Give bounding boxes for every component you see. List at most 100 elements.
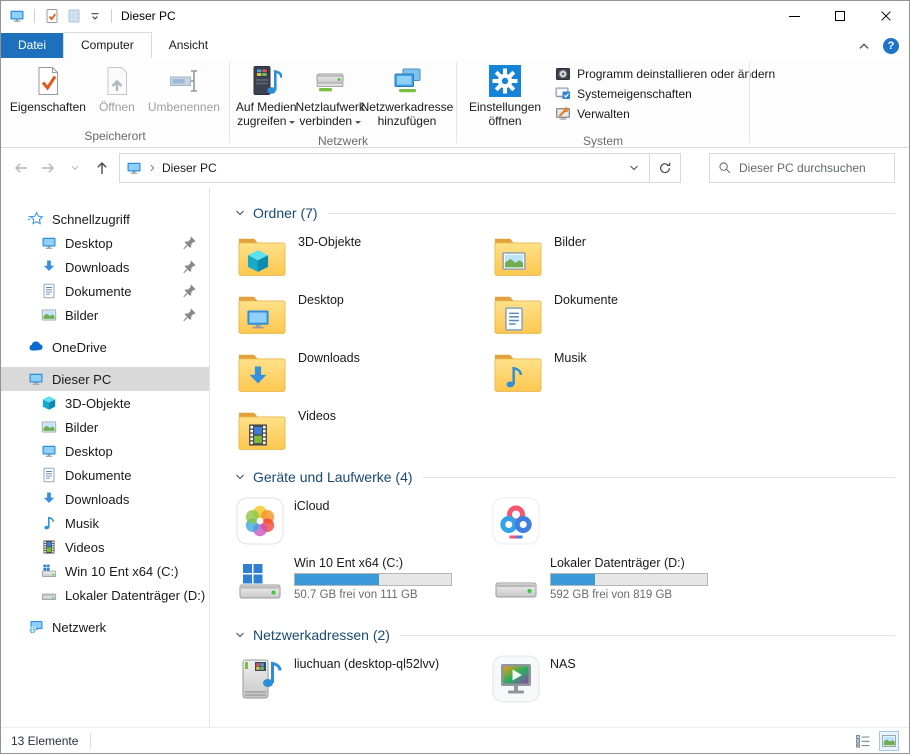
desktop-icon [41,443,57,459]
status-bar: 13 Elemente [1,727,909,753]
network-tile-nas[interactable]: NAS [492,655,748,707]
new-folder-qat-icon[interactable] [66,8,82,24]
recent-locations-button[interactable] [61,154,88,181]
network-icon [28,619,44,635]
folder-tile-3d-objects[interactable]: 3D-Objekte [236,233,492,279]
folder-tile-pictures[interactable]: Bilder [492,233,748,279]
sidebar-item-quick-access[interactable]: Schnellzugriff [1,207,209,231]
up-button[interactable] [88,154,115,181]
properties-qat-icon[interactable] [44,8,60,24]
ribbon-tab-row: Datei Computer Ansicht ? [1,31,909,58]
drive-name: Win 10 Ent x64 (C:) [294,556,404,570]
help-button[interactable]: ? [883,38,899,54]
ribbon-group-system: Einstellungen öffnen Programm deinstalli… [457,58,775,148]
section-header-folders[interactable]: Ordner (7) [234,205,895,221]
large-icons-view-button[interactable] [879,730,899,751]
sidebar-item-music[interactable]: Musik [1,511,209,535]
sidebar-item-desktop[interactable]: Desktop [1,439,209,463]
explorer-window: Dieser PC Datei Computer Ansicht ? Eigen… [0,0,910,754]
properties-button[interactable]: Eigenschaften [7,62,89,117]
folder-tile-desktop[interactable]: Desktop [236,291,492,337]
uninstall-program-icon [555,66,571,82]
folder-downloads-icon [236,349,288,393]
manage-icon [555,106,571,122]
help-glyph: ? [887,40,895,52]
documents-icon [41,467,57,483]
system-properties-button[interactable]: Systemeigenschaften [555,86,775,102]
network-location-icon [391,65,423,97]
address-bar[interactable]: Dieser PC [119,152,681,183]
search-input[interactable] [739,160,886,175]
manage-button[interactable]: Verwalten [555,106,775,122]
onedrive-cloud-icon [28,339,44,355]
system-properties-icon [555,86,571,102]
details-view-button[interactable] [853,731,873,751]
ribbon-group-label-system: System [582,133,623,148]
open-settings-button[interactable]: Einstellungen öffnen [463,62,547,132]
map-network-drive-button[interactable]: Netzlaufwerk verbinden [296,62,365,132]
minimize-icon [788,15,800,17]
sidebar-item-this-pc[interactable]: Dieser PC [1,367,209,391]
folder-3d-objects-icon [236,233,288,277]
breadcrumb[interactable]: Dieser PC [120,160,619,176]
nas-media-icon [492,655,540,703]
videos-film-icon [41,539,57,555]
pictures-icon [41,419,57,435]
sidebar-item-pictures[interactable]: Bilder [1,415,209,439]
ribbon-group-label-location: Speicherort [84,129,146,143]
this-pc-icon [126,160,142,176]
uninstall-program-button[interactable]: Programm deinstallieren oder ändern [555,66,775,82]
open-button[interactable]: Öffnen [89,62,145,117]
maximize-button[interactable] [817,1,863,31]
sidebar-item-drive-d[interactable]: Lokaler Datenträger (D:) [1,583,209,607]
customize-qat-chevron-icon[interactable] [88,9,102,23]
sidebar-item-documents[interactable]: Dokumente [1,463,209,487]
folder-tile-videos[interactable]: Videos [236,407,492,453]
minimize-button[interactable] [771,1,817,31]
drive-icon [492,555,540,603]
device-tile-icloud[interactable]: iCloud [236,497,492,549]
drive-capacity-bar [550,573,708,586]
chevron-down-icon [234,207,246,219]
folder-tile-downloads[interactable]: Downloads [236,349,492,395]
section-header-network-locations[interactable]: Netzwerkadressen (2) [234,627,895,643]
device-tile-netdisk[interactable] [492,497,748,549]
settings-gear-icon [489,65,521,97]
close-button[interactable] [863,1,909,31]
back-button[interactable] [7,154,34,181]
this-pc-icon [9,8,25,24]
sidebar-item-documents-pinned[interactable]: Dokumente [1,279,209,303]
sidebar-item-drive-c[interactable]: Win 10 Ent x64 (C:) [1,559,209,583]
tab-computer[interactable]: Computer [63,32,152,58]
forward-button[interactable] [34,154,61,181]
refresh-button[interactable] [650,154,680,182]
sidebar-item-desktop-pinned[interactable]: Desktop [1,231,209,255]
folder-music-icon [492,349,544,393]
maximize-icon [835,11,845,21]
divider [422,476,895,478]
sidebar-item-pictures-pinned[interactable]: Bilder [1,303,209,327]
sidebar-item-onedrive[interactable]: OneDrive [1,335,209,359]
sidebar-item-videos[interactable]: Videos [1,535,209,559]
drive-free-space: 592 GB frei von 819 GB [550,589,673,601]
collapse-ribbon-icon[interactable] [857,39,871,53]
sidebar-item-downloads[interactable]: Downloads [1,487,209,511]
rename-button[interactable]: Umbenennen [145,62,223,117]
back-icon [13,160,29,176]
address-dropdown-button[interactable] [619,154,649,182]
drive-used-fill [295,574,380,585]
device-tile-drive-d[interactable]: Lokaler Datenträger (D:) 592 GB frei von… [492,555,748,611]
section-header-devices[interactable]: Geräte und Laufwerke (4) [234,469,895,485]
tab-view[interactable]: Ansicht [152,33,225,58]
add-network-location-button[interactable]: Netzwerkadresse hinzufügen [361,62,453,132]
device-tile-drive-c[interactable]: Win 10 Ent x64 (C:) 50.7 GB frei von 111… [236,555,492,611]
this-pc-icon [28,371,44,387]
tab-file[interactable]: Datei [1,33,64,58]
folder-tile-documents[interactable]: Dokumente [492,291,748,337]
sidebar-item-3d-objects[interactable]: 3D-Objekte [1,391,209,415]
network-tile-media-server[interactable]: liuchuan (desktop-ql52lvv) [236,655,492,707]
sidebar-item-downloads-pinned[interactable]: Downloads [1,255,209,279]
folder-tile-music[interactable]: Musik [492,349,748,395]
sidebar-item-network[interactable]: Netzwerk [1,615,209,639]
access-media-button[interactable]: Auf Medien zugreifen [236,62,297,132]
